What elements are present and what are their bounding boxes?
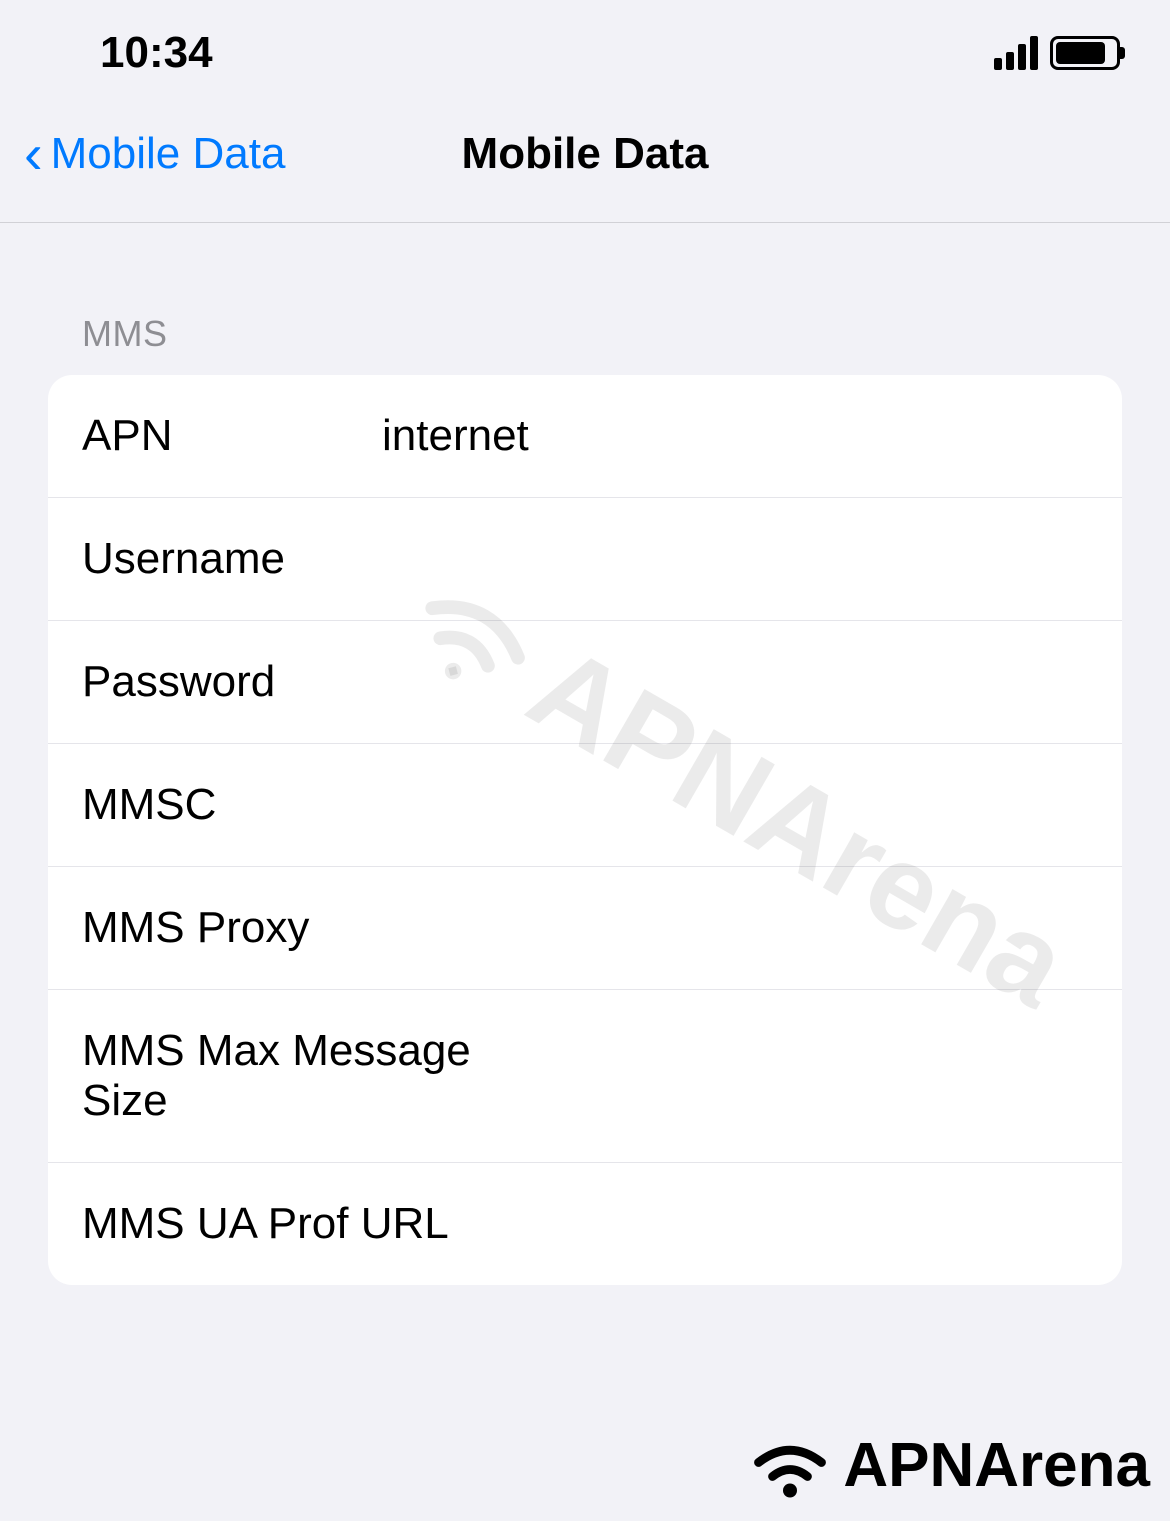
- mms-ua-prof-label: MMS UA Prof URL: [82, 1199, 449, 1249]
- status-indicators: [994, 36, 1120, 70]
- page-title: Mobile Data: [462, 129, 709, 179]
- username-row[interactable]: Username: [48, 498, 1122, 621]
- password-row[interactable]: Password: [48, 621, 1122, 744]
- wifi-icon: [745, 1431, 835, 1501]
- mms-proxy-input[interactable]: [382, 903, 1122, 953]
- apn-label: APN: [82, 411, 382, 461]
- mmsc-row[interactable]: MMSC: [48, 744, 1122, 867]
- mms-ua-prof-row[interactable]: MMS UA Prof URL: [48, 1163, 1122, 1285]
- apn-input[interactable]: [382, 411, 1122, 461]
- username-input[interactable]: [382, 534, 1122, 584]
- cellular-signal-icon: [994, 36, 1038, 70]
- navigation-bar: ‹ Mobile Data Mobile Data: [0, 106, 1170, 223]
- mms-proxy-row[interactable]: MMS Proxy: [48, 867, 1122, 990]
- brand-text: APNArena: [843, 1430, 1150, 1501]
- username-label: Username: [82, 534, 382, 584]
- mms-max-size-label: MMS Max Message Size: [82, 1026, 547, 1126]
- apn-row[interactable]: APN: [48, 375, 1122, 498]
- password-input[interactable]: [382, 657, 1122, 707]
- mms-max-size-input[interactable]: [547, 1051, 1122, 1101]
- battery-icon: [1050, 36, 1120, 70]
- content-area: MMS APN Username Password MMSC MMS Proxy: [0, 223, 1170, 1285]
- back-label: Mobile Data: [51, 129, 286, 179]
- status-time: 10:34: [100, 28, 213, 78]
- mms-proxy-label: MMS Proxy: [82, 903, 382, 953]
- mmsc-label: MMSC: [82, 780, 382, 830]
- back-button[interactable]: ‹ Mobile Data: [24, 126, 285, 182]
- chevron-left-icon: ‹: [24, 126, 43, 182]
- mmsc-input[interactable]: [382, 780, 1122, 830]
- mms-max-size-row[interactable]: MMS Max Message Size: [48, 990, 1122, 1163]
- mms-settings-group: APN Username Password MMSC MMS Proxy MMS…: [48, 375, 1122, 1285]
- mms-ua-prof-input[interactable]: [449, 1199, 1122, 1249]
- section-header: MMS: [82, 313, 1122, 355]
- brand-logo: APNArena: [745, 1430, 1150, 1501]
- password-label: Password: [82, 657, 382, 707]
- status-bar: 10:34: [0, 0, 1170, 106]
